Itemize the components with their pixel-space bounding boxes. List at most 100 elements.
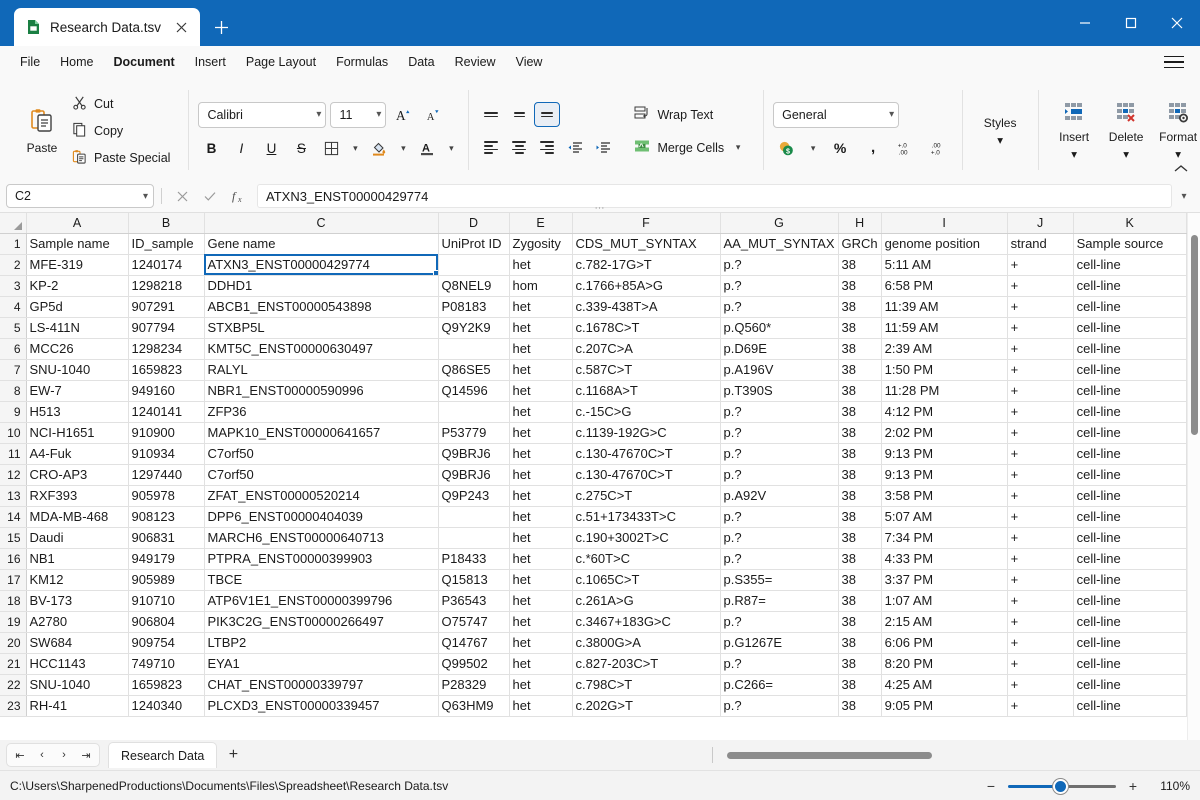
accounting-format-chevron-down-icon[interactable]: ▾ bbox=[806, 143, 820, 154]
column-header-e[interactable]: E bbox=[509, 213, 573, 234]
cell[interactable]: 38 bbox=[838, 338, 882, 360]
cell[interactable]: 4:25 AM bbox=[881, 674, 1008, 696]
cell[interactable]: p.? bbox=[720, 611, 839, 633]
menu-item-page-layout[interactable]: Page Layout bbox=[236, 50, 326, 74]
cell[interactable]: 38 bbox=[838, 674, 882, 696]
cell[interactable]: p.? bbox=[720, 464, 839, 486]
cell[interactable]: p.? bbox=[720, 653, 839, 675]
previous-sheet-icon[interactable]: ‹ bbox=[31, 744, 53, 766]
cell[interactable]: 3:37 PM bbox=[881, 569, 1008, 591]
cell[interactable]: p.D69E bbox=[720, 338, 839, 360]
cell[interactable]: Daudi bbox=[26, 527, 129, 549]
cell[interactable]: + bbox=[1007, 506, 1074, 528]
next-sheet-icon[interactable]: › bbox=[53, 744, 75, 766]
font-color-icon[interactable]: A bbox=[414, 136, 440, 161]
cell[interactable]: 11:59 AM bbox=[881, 317, 1008, 339]
cell[interactable]: 8:20 PM bbox=[881, 653, 1008, 675]
column-header-a[interactable]: A bbox=[26, 213, 129, 234]
cell[interactable]: het bbox=[509, 695, 573, 717]
decrease-indent-icon[interactable] bbox=[562, 135, 588, 160]
cell[interactable]: 1298218 bbox=[128, 275, 205, 297]
cell[interactable]: + bbox=[1007, 527, 1074, 549]
last-sheet-icon[interactable]: ⇥ bbox=[75, 744, 97, 766]
cell[interactable] bbox=[438, 338, 510, 360]
cell[interactable]: 7:34 PM bbox=[881, 527, 1008, 549]
cell[interactable]: Q63HM9 bbox=[438, 695, 510, 717]
cell[interactable]: c.782-17G>T bbox=[572, 254, 721, 276]
cell[interactable]: 906831 bbox=[128, 527, 205, 549]
cell[interactable]: cell-line bbox=[1073, 464, 1187, 486]
cell[interactable]: 38 bbox=[838, 611, 882, 633]
cell[interactable]: het bbox=[509, 590, 573, 612]
cell[interactable]: 910710 bbox=[128, 590, 205, 612]
cell[interactable]: hom bbox=[509, 275, 573, 297]
cell[interactable]: het bbox=[509, 359, 573, 381]
menu-item-insert[interactable]: Insert bbox=[185, 50, 236, 74]
cell[interactable]: het bbox=[509, 443, 573, 465]
cell[interactable]: Sample name bbox=[26, 233, 129, 255]
cell[interactable]: 38 bbox=[838, 590, 882, 612]
cell[interactable]: p.? bbox=[720, 401, 839, 423]
cell[interactable]: cell-line bbox=[1073, 632, 1187, 654]
cell[interactable]: Q86SE5 bbox=[438, 359, 510, 381]
cell[interactable]: cell-line bbox=[1073, 548, 1187, 570]
maximize-icon[interactable] bbox=[1108, 0, 1154, 46]
cell[interactable]: 1240141 bbox=[128, 401, 205, 423]
format-cells-button[interactable]: Format ▾ bbox=[1152, 97, 1200, 166]
borders-icon[interactable] bbox=[318, 136, 344, 161]
cell[interactable]: 9:13 PM bbox=[881, 464, 1008, 486]
cell[interactable]: c.798C>T bbox=[572, 674, 721, 696]
cell[interactable]: p.? bbox=[720, 695, 839, 717]
cell[interactable]: cell-line bbox=[1073, 506, 1187, 528]
cell[interactable]: het bbox=[509, 317, 573, 339]
cell[interactable]: 38 bbox=[838, 506, 882, 528]
cell[interactable]: + bbox=[1007, 548, 1074, 570]
cell[interactable]: p.S355= bbox=[720, 569, 839, 591]
minimize-icon[interactable] bbox=[1062, 0, 1108, 46]
cell[interactable]: 2:15 AM bbox=[881, 611, 1008, 633]
cell[interactable]: het bbox=[509, 632, 573, 654]
cell[interactable]: 2:39 AM bbox=[881, 338, 1008, 360]
cell[interactable]: NBR1_ENST00000590996 bbox=[204, 380, 439, 402]
cell[interactable]: het bbox=[509, 674, 573, 696]
cell[interactable]: + bbox=[1007, 653, 1074, 675]
cell[interactable]: KMT5C_ENST00000630497 bbox=[204, 338, 439, 360]
cell[interactable]: p.A196V bbox=[720, 359, 839, 381]
cut-button[interactable]: Cut bbox=[68, 92, 178, 116]
font-name-select[interactable]: Calibri ▾ bbox=[198, 101, 327, 128]
cell[interactable]: 1240174 bbox=[128, 254, 205, 276]
cell[interactable]: LTBP2 bbox=[204, 632, 439, 654]
cell[interactable]: het bbox=[509, 653, 573, 675]
cell[interactable]: 905978 bbox=[128, 485, 205, 507]
cell[interactable]: + bbox=[1007, 422, 1074, 444]
cell[interactable]: cell-line bbox=[1073, 611, 1187, 633]
cell[interactable]: LS-411N bbox=[26, 317, 129, 339]
cell[interactable]: 38 bbox=[838, 296, 882, 318]
cell[interactable]: + bbox=[1007, 695, 1074, 717]
menu-item-review[interactable]: Review bbox=[445, 50, 506, 74]
percent-format-button[interactable]: % bbox=[827, 136, 853, 161]
cell[interactable]: HCC1143 bbox=[26, 653, 129, 675]
cell[interactable]: het bbox=[509, 464, 573, 486]
row-header-3[interactable]: 3 bbox=[0, 275, 27, 297]
cell[interactable]: CDS_MUT_SYNTAX bbox=[572, 233, 721, 255]
cell[interactable]: + bbox=[1007, 380, 1074, 402]
align-top-icon[interactable] bbox=[478, 102, 504, 127]
cell[interactable]: SNU-1040 bbox=[26, 674, 129, 696]
cell[interactable]: strand bbox=[1007, 233, 1074, 255]
cell[interactable]: cell-line bbox=[1073, 695, 1187, 717]
cell[interactable]: + bbox=[1007, 254, 1074, 276]
cell[interactable] bbox=[438, 401, 510, 423]
scrollbar-grip[interactable] bbox=[712, 747, 713, 763]
cell[interactable]: het bbox=[509, 338, 573, 360]
cell[interactable]: cell-line bbox=[1073, 653, 1187, 675]
row-header-15[interactable]: 15 bbox=[0, 527, 27, 549]
cell[interactable]: 38 bbox=[838, 695, 882, 717]
column-header-h[interactable]: H bbox=[838, 213, 882, 234]
formula-input[interactable]: ATXN3_ENST00000429774 bbox=[257, 184, 1172, 208]
align-left-icon[interactable] bbox=[478, 135, 504, 160]
cell[interactable]: SW684 bbox=[26, 632, 129, 654]
cell[interactable]: P28329 bbox=[438, 674, 510, 696]
cell[interactable]: EW-7 bbox=[26, 380, 129, 402]
zoom-slider[interactable] bbox=[1008, 778, 1116, 794]
